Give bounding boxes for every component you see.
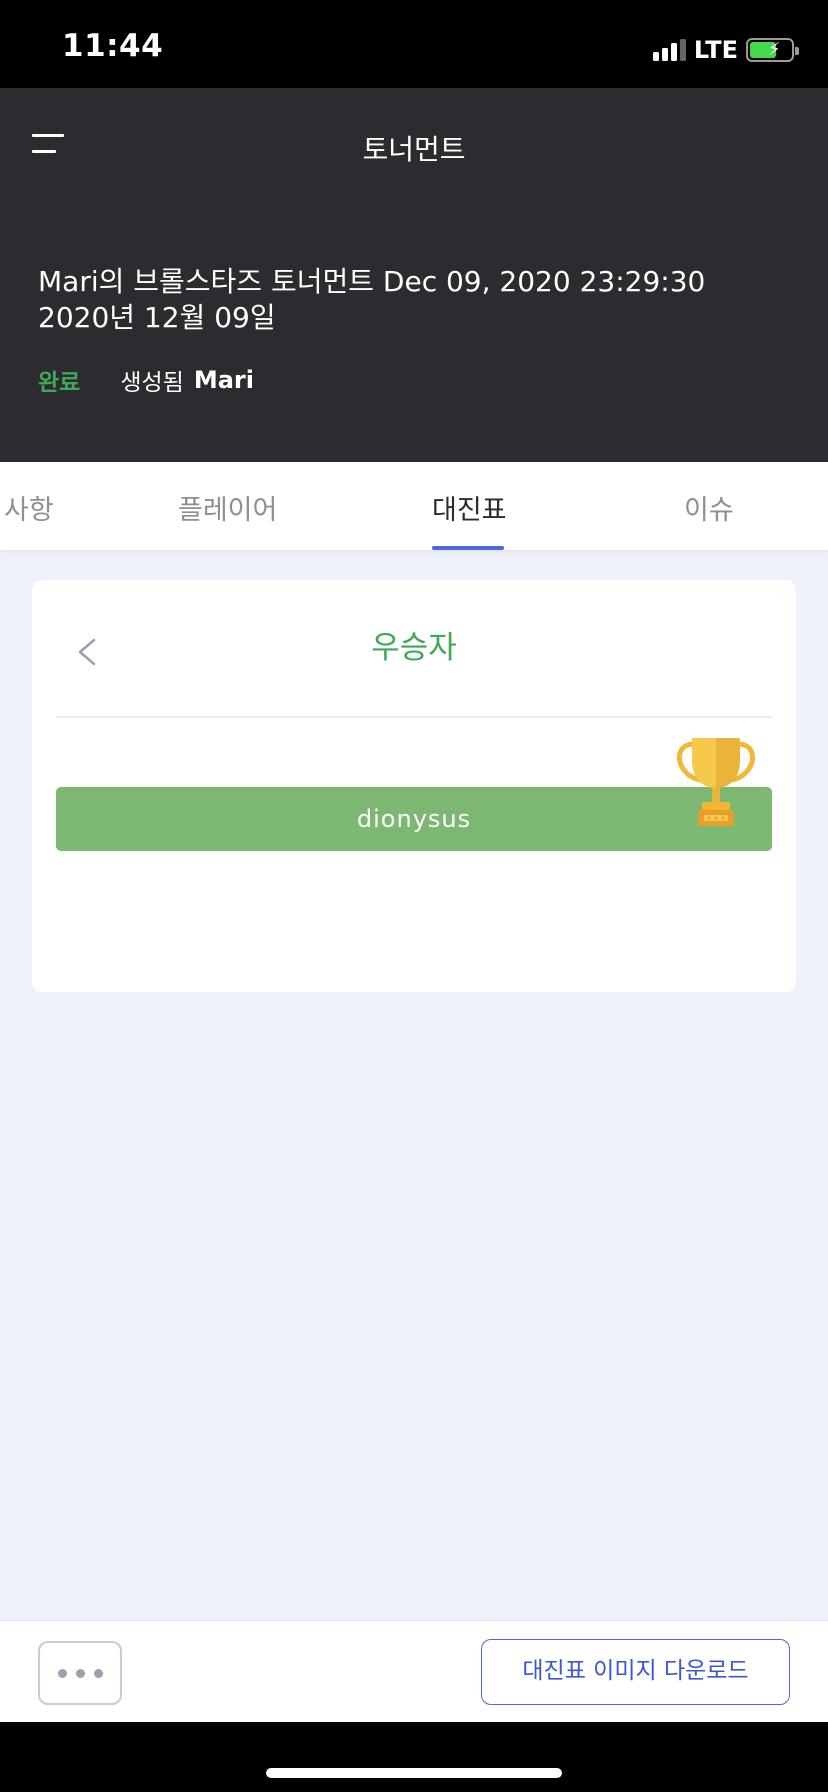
signal-icon: [652, 39, 686, 61]
tournament-header: 토너먼트 Mari의 브롤스타즈 토너먼트 Dec 09, 2020 23:29…: [0, 88, 828, 462]
network-label: LTE: [693, 36, 738, 64]
bottom-action-bar: 대진표 이미지 다운로드: [0, 1620, 828, 1722]
status-time: 11:44: [62, 28, 164, 64]
bracket-card: 우승자 dionysus: [32, 580, 796, 992]
active-tab-indicator: [432, 546, 504, 550]
status-badge: 완료: [38, 370, 81, 396]
more-options-button[interactable]: [38, 1641, 122, 1705]
home-indicator[interactable]: [266, 1768, 562, 1778]
tournament-meta: 완료 생성됨 Mari: [38, 363, 254, 397]
more-dots-icon: [57, 1668, 67, 1678]
tournament-title: Mari의 브롤스타즈 토너먼트 Dec 09, 2020 23:29:30: [38, 265, 706, 298]
divider: [56, 716, 772, 718]
creator-name: Mari: [193, 366, 254, 394]
home-indicator-area: [0, 1722, 828, 1792]
winner-entry[interactable]: dionysus: [56, 787, 772, 851]
tab-bar: 사항 플레이어 대진표 이슈: [0, 462, 828, 550]
status-icons: LTE ⚡: [652, 36, 799, 64]
page-title: 토너먼트: [362, 133, 466, 166]
trophy-icon: [676, 738, 756, 826]
download-bracket-image-button[interactable]: 대진표 이미지 다운로드: [481, 1639, 790, 1705]
tab-players[interactable]: 플레이어: [178, 488, 277, 527]
round-title: 우승자: [371, 630, 457, 666]
status-bar: 11:44 LTE ⚡: [0, 0, 828, 88]
tab-details[interactable]: 사항: [4, 488, 54, 527]
tab-bracket[interactable]: 대진표: [432, 488, 507, 527]
created-label: 생성됨: [120, 370, 184, 396]
battery-icon: ⚡: [746, 38, 799, 62]
tournament-date: 2020년 12월 09일: [38, 301, 276, 334]
tab-issues[interactable]: 이슈: [684, 488, 734, 527]
